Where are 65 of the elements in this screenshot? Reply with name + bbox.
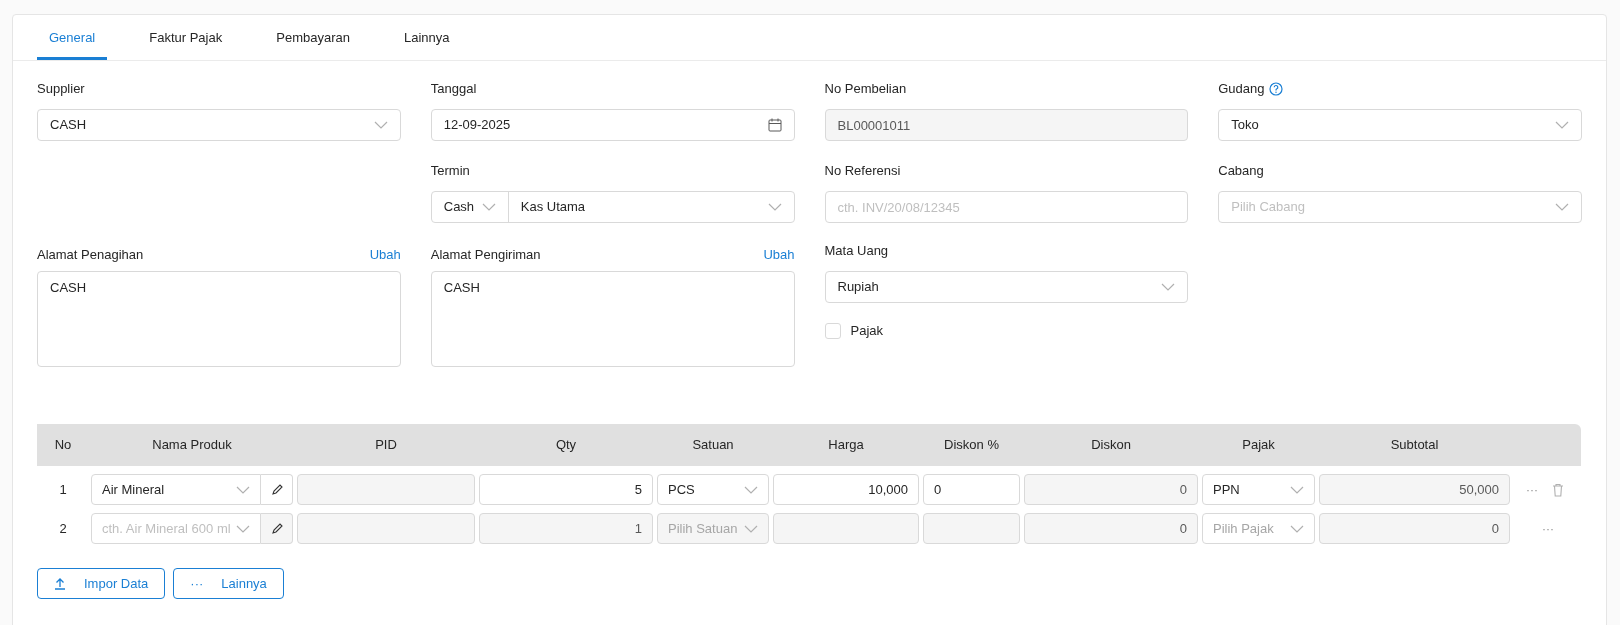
pencil-icon xyxy=(270,483,283,496)
more-icon: ··· xyxy=(190,573,204,594)
row-number: 2 xyxy=(58,519,68,538)
field-label: Gudang xyxy=(1218,80,1265,99)
column-header: Nama Produk xyxy=(151,436,233,455)
chevron-down-icon xyxy=(744,485,758,494)
checkbox[interactable] xyxy=(824,322,841,339)
field-label: No Referensi xyxy=(824,162,901,181)
field-label: No Pembelian xyxy=(824,80,907,99)
address-field[interactable]: CASH xyxy=(37,271,401,367)
column-header: PID xyxy=(374,436,398,455)
column-header: Harga xyxy=(827,436,865,455)
upload-icon xyxy=(54,577,66,590)
field-label: Supplier xyxy=(37,80,85,99)
action-button[interactable]: ··· Lainnya xyxy=(173,568,284,599)
date-field[interactable]: 12-09-2025 xyxy=(430,109,795,141)
field-label: Alamat Pengiriman xyxy=(430,246,541,265)
tab[interactable]: Lainnya xyxy=(391,15,462,60)
tax-select[interactable]: PPN xyxy=(1202,474,1315,505)
supplier-select[interactable]: CASH xyxy=(37,109,401,141)
chevron-down-icon xyxy=(373,121,388,129)
edit-button[interactable] xyxy=(261,513,293,544)
address-field[interactable]: CASH xyxy=(430,271,795,367)
edit-link[interactable]: Ubah xyxy=(763,245,795,265)
input-field[interactable]: 5 xyxy=(479,474,653,505)
tab[interactable]: General xyxy=(37,15,108,60)
edit-link[interactable]: Ubah xyxy=(369,245,401,265)
chevron-down-icon xyxy=(1161,283,1176,291)
trash-icon[interactable] xyxy=(1552,482,1564,497)
chevron-down-icon xyxy=(236,524,250,533)
checkbox-label: Pajak xyxy=(850,322,884,340)
input-field[interactable]: 0 xyxy=(923,474,1020,505)
chevron-down-icon xyxy=(1290,524,1304,533)
chevron-down-icon xyxy=(1555,121,1569,129)
calendar-icon xyxy=(767,118,782,132)
chevron-down-icon xyxy=(744,524,758,533)
column-header: Qty xyxy=(554,436,578,455)
field-label: Tanggal xyxy=(430,80,477,99)
action-button[interactable]: Impor Data xyxy=(37,568,166,599)
chevron-down-icon xyxy=(1555,203,1569,211)
pencil-icon xyxy=(270,522,283,535)
chevron-down-icon xyxy=(1290,485,1304,494)
field-label: Alamat Penagihan xyxy=(37,246,144,265)
unit-select[interactable]: PCS xyxy=(657,474,769,505)
chevron-down-icon xyxy=(236,485,250,494)
warehouse-select[interactable]: Toko xyxy=(1218,109,1582,141)
tab[interactable]: Pembayaran xyxy=(264,15,362,60)
column-header: Satuan xyxy=(691,436,735,455)
help-icon[interactable] xyxy=(1268,82,1283,96)
column-header: Diskon xyxy=(1090,436,1132,455)
more-button[interactable]: ··· xyxy=(1526,480,1538,499)
currency-select[interactable]: Rupiah xyxy=(824,271,1189,303)
row-number: 1 xyxy=(58,480,68,499)
product-select[interactable]: Air Mineral xyxy=(91,474,261,505)
column-header: Pajak xyxy=(1241,436,1276,455)
column-header: No xyxy=(53,436,73,455)
field-label: Cabang xyxy=(1218,162,1264,181)
column-header: Subtotal xyxy=(1389,436,1440,455)
field-label: Termin xyxy=(430,162,470,181)
input-field[interactable]: 10,000 xyxy=(773,474,919,505)
tab[interactable]: Faktur Pajak xyxy=(137,15,235,60)
field-label: Mata Uang xyxy=(824,242,889,261)
input-field[interactable]: cth. INV/20/08/12345 xyxy=(824,191,1189,223)
column-header: Diskon % xyxy=(943,436,1000,455)
edit-button[interactable] xyxy=(261,474,293,505)
